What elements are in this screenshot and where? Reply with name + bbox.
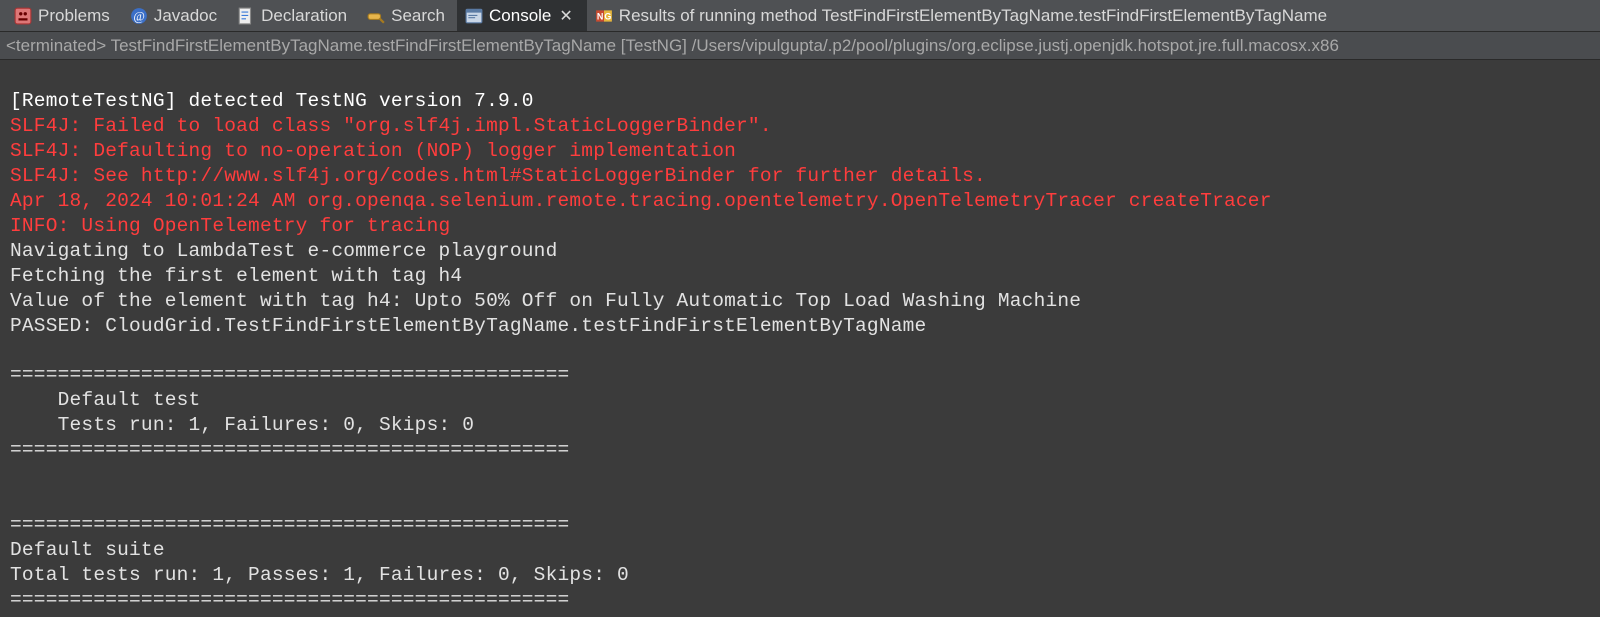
search-icon bbox=[367, 7, 385, 25]
console-line: ========================================… bbox=[10, 514, 569, 536]
console-line: Value of the element with tag h4: Upto 5… bbox=[10, 290, 1081, 312]
console-line: [RemoteTestNG] detected TestNG version 7… bbox=[10, 90, 534, 112]
console-line: ========================================… bbox=[10, 364, 569, 386]
status-text: <terminated> TestFindFirstElementByTagNa… bbox=[6, 36, 1339, 55]
console-line: ========================================… bbox=[10, 439, 569, 461]
tab-label: Console bbox=[489, 6, 551, 26]
tab-bar: Problems @ Javadoc Declaration Search Co… bbox=[0, 0, 1600, 32]
console-line: Default suite bbox=[10, 539, 165, 561]
testng-icon: NG bbox=[595, 7, 613, 25]
svg-text:@: @ bbox=[133, 9, 144, 23]
console-line: Apr 18, 2024 10:01:24 AM org.openqa.sele… bbox=[10, 190, 1272, 212]
console-line: SLF4J: See http://www.slf4j.org/codes.ht… bbox=[10, 165, 986, 187]
console-line: SLF4J: Defaulting to no-operation (NOP) … bbox=[10, 140, 736, 162]
declaration-icon bbox=[237, 7, 255, 25]
console-line: Default test bbox=[10, 389, 200, 411]
console-line: SLF4J: Failed to load class "org.slf4j.i… bbox=[10, 115, 772, 137]
console-status-line: <terminated> TestFindFirstElementByTagNa… bbox=[0, 32, 1600, 60]
svg-text:G: G bbox=[604, 11, 611, 21]
svg-text:N: N bbox=[597, 11, 604, 21]
tab-console[interactable]: Console ✕ bbox=[457, 0, 587, 31]
tab-label: Results of running method TestFindFirstE… bbox=[619, 6, 1327, 26]
console-line: Total tests run: 1, Passes: 1, Failures:… bbox=[10, 564, 629, 586]
problems-icon bbox=[14, 7, 32, 25]
console-output: [RemoteTestNG] detected TestNG version 7… bbox=[0, 60, 1600, 617]
tab-label: Javadoc bbox=[154, 6, 217, 26]
console-line: Tests run: 1, Failures: 0, Skips: 0 bbox=[10, 414, 474, 436]
javadoc-icon: @ bbox=[130, 7, 148, 25]
console-line: INFO: Using OpenTelemetry for tracing bbox=[10, 215, 450, 237]
console-line: Fetching the first element with tag h4 bbox=[10, 265, 462, 287]
console-line: Navigating to LambdaTest e-commerce play… bbox=[10, 240, 558, 262]
tab-problems[interactable]: Problems bbox=[6, 0, 122, 31]
console-icon bbox=[465, 7, 483, 25]
tab-label: Problems bbox=[38, 6, 110, 26]
console-line: ========================================… bbox=[10, 589, 569, 611]
tab-label: Declaration bbox=[261, 6, 347, 26]
tab-javadoc[interactable]: @ Javadoc bbox=[122, 0, 229, 31]
close-icon[interactable]: ✕ bbox=[557, 6, 574, 26]
tab-declaration[interactable]: Declaration bbox=[229, 0, 359, 31]
tab-label: Search bbox=[391, 6, 445, 26]
tab-search[interactable]: Search bbox=[359, 0, 457, 31]
console-line: PASSED: CloudGrid.TestFindFirstElementBy… bbox=[10, 315, 926, 337]
tab-results[interactable]: NG Results of running method TestFindFir… bbox=[587, 0, 1339, 31]
